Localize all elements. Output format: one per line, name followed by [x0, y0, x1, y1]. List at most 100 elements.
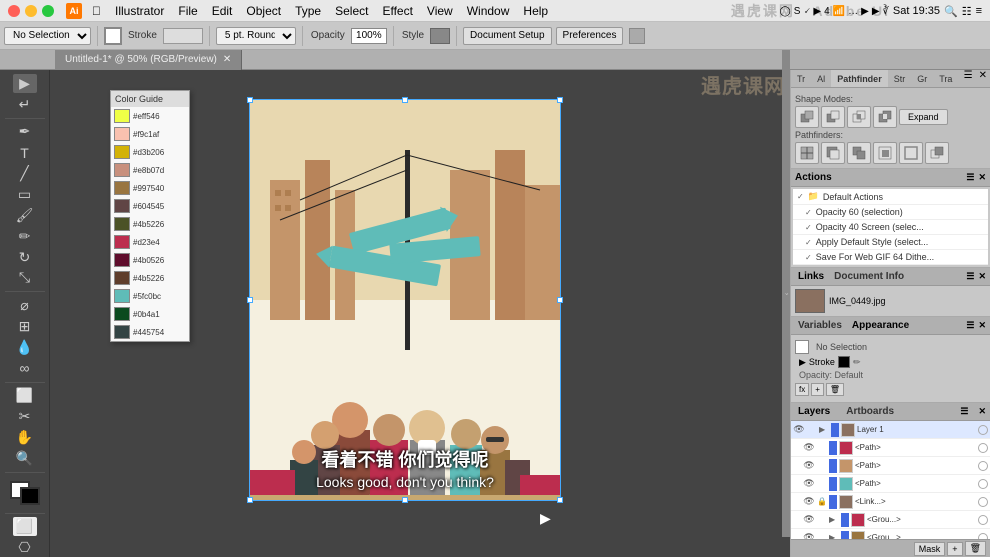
pf-tab-gr[interactable]: Gr	[911, 70, 933, 87]
swatch-8[interactable]	[114, 235, 130, 249]
swatch-11[interactable]	[114, 289, 130, 303]
layers-menu-icon[interactable]: ☰	[960, 406, 968, 417]
action-item-2[interactable]: ✓ Opacity 40 Screen (selec...	[793, 220, 988, 235]
minus-back-btn[interactable]	[925, 142, 949, 164]
notification-icon[interactable]: ☷	[962, 5, 972, 18]
actions-folder[interactable]: ✓ 📁 Default Actions	[793, 189, 988, 205]
add-effect-btn[interactable]: fx	[795, 383, 809, 396]
scale-tool[interactable]: ⤡	[13, 268, 37, 287]
menu-view[interactable]: View	[421, 2, 459, 20]
stroke-color-swatch[interactable]	[838, 356, 850, 368]
swatch-12[interactable]	[114, 307, 130, 321]
menu-select[interactable]: Select	[329, 2, 374, 20]
expand-button[interactable]: Expand	[899, 109, 948, 125]
pf-tab-tra[interactable]: Tra	[933, 70, 958, 87]
menu-effect[interactable]: Effect	[376, 2, 418, 20]
menu-file[interactable]: File	[172, 2, 203, 20]
line-tool[interactable]: ╱	[13, 164, 37, 183]
outline-btn[interactable]	[899, 142, 923, 164]
layer-target-l1[interactable]	[978, 425, 988, 435]
layer-target-p1[interactable]	[978, 443, 988, 453]
expand-g1[interactable]: ▶	[829, 515, 839, 524]
layer-target-lk[interactable]	[978, 497, 988, 507]
layer-path-1[interactable]: 👁 <Path>	[791, 439, 990, 457]
actions-menu-icon[interactable]: ☰	[966, 172, 974, 183]
make-mask-btn[interactable]: Mask	[914, 542, 946, 556]
slice-tool[interactable]: ✂	[13, 407, 37, 426]
artboards-tab[interactable]: Artboards	[843, 406, 897, 417]
layers-close-icon[interactable]: ✕	[978, 406, 986, 417]
stroke-weight-dropdown[interactable]: 5 pt. Round	[216, 27, 296, 45]
pathfinder-menu-icon[interactable]: ☰	[961, 70, 976, 87]
direct-selection-tool[interactable]: ↵	[13, 95, 37, 114]
preferences-button[interactable]: Preferences	[556, 27, 624, 45]
layer-group-2[interactable]: 👁 ▶ <Grou...>	[791, 529, 990, 539]
delete-layer-btn[interactable]: 🗑	[965, 541, 986, 556]
crop-btn[interactable]	[873, 142, 897, 164]
stroke-color-preview[interactable]	[163, 28, 203, 44]
layers-tab[interactable]: Layers	[795, 406, 833, 417]
minimize-button[interactable]	[25, 5, 37, 17]
eye-icon-l1[interactable]: 👁	[793, 424, 805, 436]
eye-icon-lk[interactable]: 👁	[803, 496, 815, 508]
spotlight-icon[interactable]: 🔍	[944, 5, 958, 18]
action-item-4[interactable]: ✓ Save For Web GIF 64 Dithe...	[793, 250, 988, 265]
minus-front-btn[interactable]	[821, 106, 845, 128]
swatch-9[interactable]	[114, 253, 130, 267]
variables-tab[interactable]: Variables	[795, 320, 845, 331]
hand-tool[interactable]: ✋	[13, 428, 37, 447]
pencil-tool[interactable]: ✏	[13, 227, 37, 246]
intersect-btn[interactable]	[847, 106, 871, 128]
rotate-tool[interactable]: ↻	[13, 248, 37, 267]
maximize-button[interactable]	[42, 5, 54, 17]
eye-icon-g2[interactable]: 👁	[803, 532, 815, 540]
appearance-close-icon[interactable]: ✕	[978, 320, 986, 331]
pathfinder-close-icon[interactable]: ✕	[976, 70, 990, 87]
stroke-color-box[interactable]	[104, 27, 122, 45]
selection-tool[interactable]: ▶	[13, 74, 37, 93]
swatch-4[interactable]	[114, 163, 130, 177]
layer-1-row[interactable]: 👁 ▶ Layer 1	[791, 421, 990, 439]
menu-object[interactable]: Object	[240, 2, 287, 20]
merge-btn[interactable]	[847, 142, 871, 164]
create-layer-btn[interactable]: +	[947, 542, 962, 556]
menu-window[interactable]: Window	[461, 2, 516, 20]
artboard-tool[interactable]: ⬜	[13, 386, 37, 405]
document-setup-button[interactable]: Document Setup	[463, 27, 552, 45]
appearance-menu-icon[interactable]: ☰	[966, 320, 974, 331]
paintbrush-tool[interactable]: 🖌	[13, 206, 37, 225]
layer-link[interactable]: 👁 🔒 <Link...>	[791, 493, 990, 511]
rectangle-tool[interactable]: ▭	[13, 185, 37, 204]
pf-tab-pathfinder[interactable]: Pathfinder	[831, 70, 888, 87]
add-fill-btn[interactable]: +	[811, 383, 824, 396]
swatch-1[interactable]	[114, 109, 130, 123]
layer-path-2[interactable]: 👁 <Path>	[791, 457, 990, 475]
edit-stroke-icon[interactable]: ✏	[853, 357, 861, 368]
action-item-3[interactable]: ✓ Apply Default Style (select...	[793, 235, 988, 250]
swatch-6[interactable]	[114, 199, 130, 213]
eye-icon-p1[interactable]: 👁	[803, 442, 815, 454]
pen-tool[interactable]: ✒	[13, 123, 37, 142]
doc-info-tab[interactable]: Document Info	[831, 271, 907, 282]
swatch-13[interactable]	[114, 325, 130, 339]
style-preview[interactable]	[430, 28, 450, 44]
normal-mode[interactable]: ⬜	[13, 517, 37, 536]
menu-illustrator[interactable]: Illustrator	[109, 2, 170, 20]
pf-tab-al[interactable]: Al	[811, 70, 831, 87]
zoom-tool[interactable]: 🔍	[13, 449, 37, 468]
layer-group-1[interactable]: 👁 ▶ <Grou...>	[791, 511, 990, 529]
trash-btn[interactable]: 🗑	[826, 383, 844, 396]
warp-tool[interactable]: ⌀	[13, 296, 37, 315]
opacity-input[interactable]	[351, 28, 387, 44]
links-tab[interactable]: Links	[795, 271, 827, 282]
actions-close-icon[interactable]: ✕	[978, 172, 986, 183]
shape-builder-tool[interactable]: ⊞	[13, 317, 37, 336]
menu-edit[interactable]: Edit	[206, 2, 239, 20]
layer-target-p3[interactable]	[978, 479, 988, 489]
divide-btn[interactable]	[795, 142, 819, 164]
links-close-icon[interactable]: ✕	[978, 271, 986, 282]
layer-target-g1[interactable]	[978, 515, 988, 525]
unite-btn[interactable]	[795, 106, 819, 128]
stroke-color[interactable]	[20, 487, 40, 505]
canvas-area[interactable]: Color Guide #eff546 #f9c1af #d3b206 #e8b…	[50, 70, 790, 557]
